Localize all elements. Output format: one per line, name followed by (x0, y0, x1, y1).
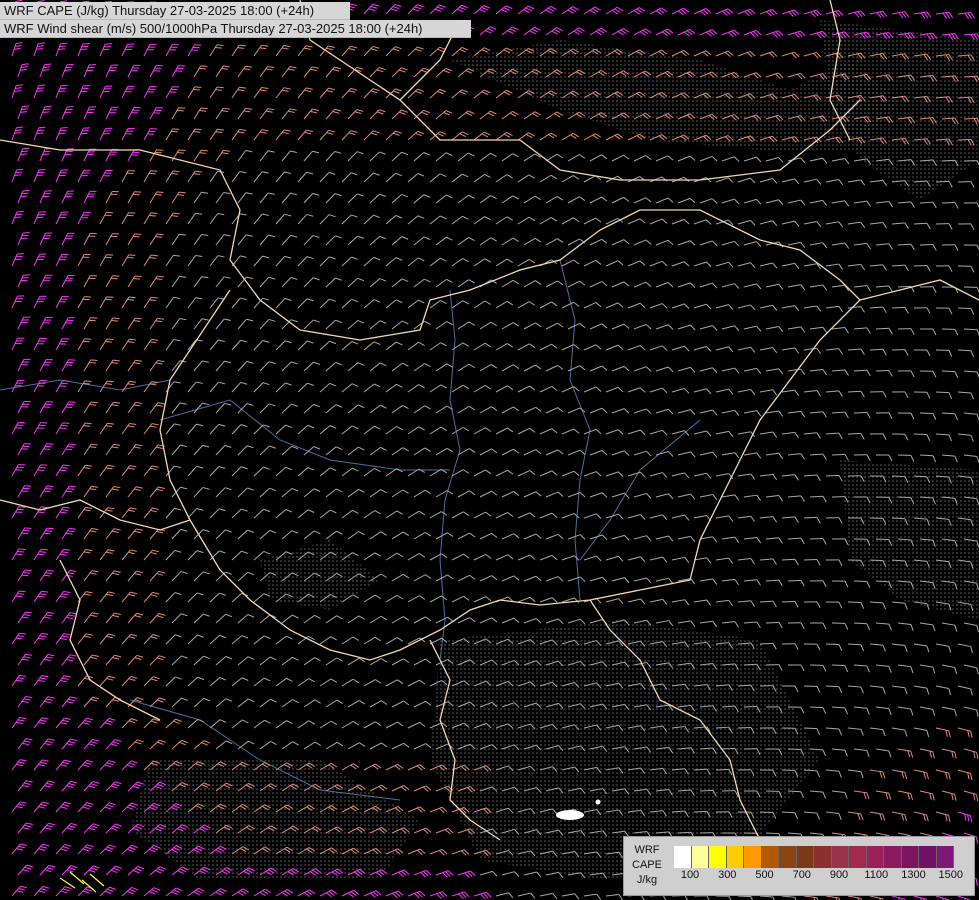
legend-swatch (709, 846, 727, 868)
legend-swatch (884, 846, 902, 868)
legend-swatch (744, 846, 762, 868)
legend-swatch (691, 846, 709, 868)
legend-tick-label: 300 (718, 869, 737, 881)
legend-label: WRF CAPE J/kg (628, 843, 666, 888)
legend-swatch (849, 846, 867, 868)
legend-tick-label: 100 (680, 869, 700, 881)
header-cape-title: WRF CAPE (J/kg) Thursday 27-03-2025 18:0… (0, 2, 350, 20)
legend-swatch (866, 846, 884, 868)
legend-swatch (831, 846, 849, 868)
cape-legend: WRF CAPE J/kg 100 300 500 700 900 1100 1300 150… (623, 836, 975, 896)
wind-shear-map (0, 0, 979, 900)
legend-tick-label: 1100 (864, 869, 889, 881)
legend-swatch (726, 846, 744, 868)
legend-tick-label: 900 (829, 869, 849, 881)
legend-swatches (674, 846, 954, 868)
legend-swatch (796, 846, 814, 868)
legend-tick-label: 1500 (938, 869, 963, 881)
legend-swatch (814, 846, 832, 868)
legend-swatch (674, 846, 692, 868)
legend-label-line: CAPE (632, 859, 662, 871)
legend-swatch (919, 846, 937, 868)
legend-ticks: 100 300 500 700 900 1100 1300 1500 (674, 869, 972, 885)
map-header: WRF CAPE (J/kg) Thursday 27-03-2025 18:0… (0, 2, 471, 38)
legend-swatch (779, 846, 797, 868)
header-wind-shear-title: WRF Wind shear (m/s) 500/1000hPa Thursda… (0, 20, 471, 38)
legend-swatch (761, 846, 779, 868)
legend-tick-label: 700 (792, 869, 811, 881)
legend-swatch (936, 846, 954, 868)
legend-tick-label: 500 (755, 869, 774, 881)
legend-label-line: J/kg (636, 874, 658, 886)
legend-label-line: WRF (634, 844, 660, 856)
legend-swatch (901, 846, 919, 868)
legend-tick-label: 1300 (901, 869, 926, 881)
